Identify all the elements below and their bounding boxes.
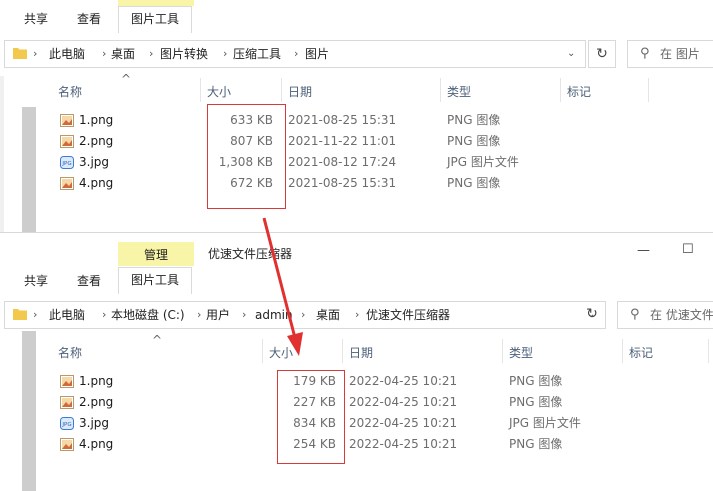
comparison-arrow	[262, 217, 303, 356]
